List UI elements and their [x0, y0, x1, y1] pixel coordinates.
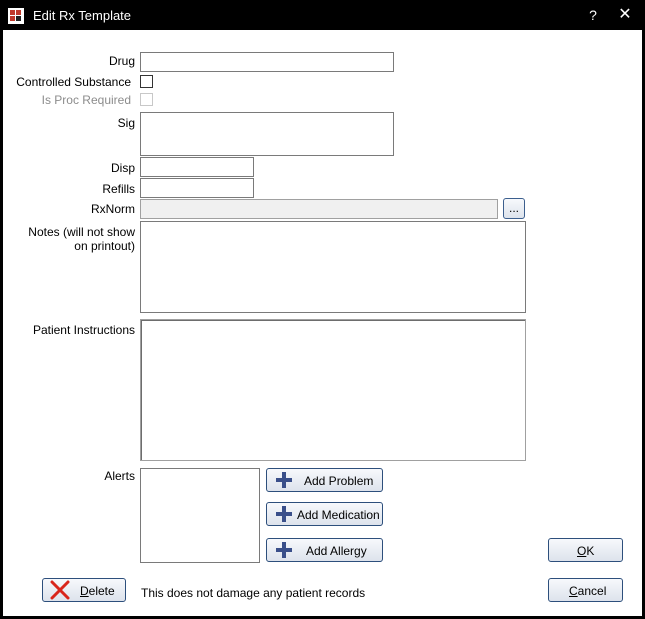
rxnorm-browse-label: ...: [509, 201, 520, 215]
delete-button[interactable]: Delete: [42, 578, 126, 602]
cancel-button[interactable]: Cancel: [548, 578, 623, 602]
close-icon: ✕: [618, 6, 632, 23]
notes-label: Notes (will not show on printout): [3, 225, 135, 253]
rxnorm-browse-button[interactable]: ...: [503, 198, 525, 219]
cancel-accelerator: C: [569, 584, 578, 598]
delete-label-rest: elete: [88, 584, 115, 598]
close-button[interactable]: ✕: [611, 4, 639, 26]
plus-icon: [276, 542, 292, 558]
edit-rx-template-window: Edit Rx Template ? ✕ Drug Controlled Sub…: [0, 0, 645, 619]
refills-input[interactable]: [140, 178, 254, 198]
rxnorm-label: RxNorm: [91, 202, 135, 216]
ok-label-rest: K: [586, 544, 595, 558]
delete-x-icon: [50, 580, 70, 600]
plus-icon: [276, 472, 292, 488]
controlled-substance-checkbox[interactable]: [140, 75, 153, 88]
notes-label-line1: Notes (will not show: [28, 225, 135, 239]
add-problem-label: Add Problem: [304, 474, 374, 488]
disp-label: Disp: [110, 161, 135, 175]
ok-button[interactable]: OK: [548, 538, 623, 562]
alerts-list[interactable]: [140, 468, 260, 563]
sig-textarea[interactable]: [140, 112, 394, 156]
cancel-label: Cancel: [569, 584, 606, 598]
refills-label: Refills: [102, 182, 135, 196]
app-grid-icon: [8, 8, 24, 24]
is-proc-required-checkbox[interactable]: [140, 93, 153, 106]
window-title: Edit Rx Template: [33, 8, 132, 23]
help-icon: ?: [589, 7, 597, 23]
add-allergy-button[interactable]: Add Allergy: [266, 538, 383, 562]
plus-icon: [276, 506, 292, 522]
disp-input[interactable]: [140, 157, 254, 177]
add-allergy-label: Add Allergy: [306, 544, 367, 558]
dialog-body: Drug Controlled Substance Is Proc Requir…: [3, 30, 642, 616]
add-medication-button[interactable]: Add Medication: [266, 502, 383, 526]
rxnorm-input[interactable]: [140, 199, 498, 219]
cancel-label-rest: ancel: [577, 584, 607, 598]
drug-input[interactable]: [140, 52, 394, 72]
patient-instructions-textarea[interactable]: [140, 319, 526, 461]
title-bar[interactable]: Edit Rx Template ? ✕: [1, 1, 644, 30]
patient-instructions-label: Patient Instructions: [32, 323, 135, 337]
notes-label-line2: on printout): [74, 239, 135, 253]
delete-accelerator: D: [80, 584, 89, 598]
ok-accelerator: O: [577, 544, 587, 558]
controlled-substance-label: Controlled Substance: [16, 75, 131, 89]
is-proc-required-label: Is Proc Required: [41, 93, 131, 107]
help-button[interactable]: ?: [579, 4, 607, 26]
notes-textarea[interactable]: [140, 221, 526, 313]
drug-label: Drug: [108, 54, 135, 68]
sig-label: Sig: [117, 116, 135, 130]
add-problem-button[interactable]: Add Problem: [266, 468, 383, 492]
footer-note: This does not damage any patient records: [141, 586, 366, 600]
ok-label: OK: [577, 544, 594, 558]
delete-label: Delete: [80, 584, 115, 598]
alerts-label: Alerts: [104, 469, 135, 483]
add-medication-label: Add Medication: [297, 508, 380, 522]
